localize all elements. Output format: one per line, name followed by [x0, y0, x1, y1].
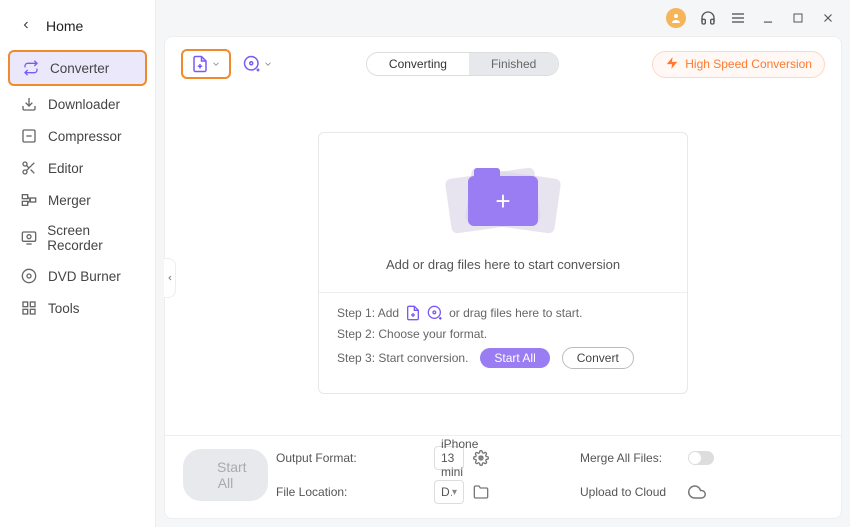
- close-icon[interactable]: [820, 10, 836, 26]
- tab-finished[interactable]: Finished: [469, 53, 558, 75]
- open-folder-icon[interactable]: [472, 483, 490, 501]
- sidebar-item-merger[interactable]: Merger: [0, 184, 155, 216]
- file-location-label: File Location:: [276, 485, 426, 499]
- upload-cloud-label: Upload to Cloud: [580, 485, 680, 499]
- chevron-down-icon: [211, 59, 221, 69]
- sidebar-item-label: Editor: [48, 161, 83, 176]
- file-plus-icon[interactable]: [405, 305, 421, 321]
- main-area: Converting Finished High Speed Conversio…: [156, 0, 850, 527]
- drop-illustration-area[interactable]: + Add or drag files here to start conver…: [319, 133, 687, 293]
- drop-area[interactable]: + Add or drag files here to start conver…: [165, 91, 841, 435]
- output-format-select[interactable]: iPhone 13 mini ▾: [434, 446, 464, 470]
- file-plus-icon: [191, 55, 209, 73]
- folder-illustration: +: [443, 161, 563, 241]
- home-button[interactable]: Home: [0, 10, 155, 42]
- menu-icon[interactable]: [730, 10, 746, 26]
- output-format-label: Output Format:: [276, 451, 426, 465]
- chevron-left-icon: [20, 18, 36, 34]
- drop-headline: Add or drag files here to start conversi…: [386, 257, 620, 272]
- sidebar-item-label: Tools: [48, 301, 80, 316]
- step3-text: Step 3: Start conversion.: [337, 351, 468, 365]
- sidebar-item-dvd-burner[interactable]: DVD Burner: [0, 260, 155, 292]
- disc-icon: [20, 267, 38, 285]
- start-all-button[interactable]: Start All: [183, 449, 268, 501]
- start-all-mini-button[interactable]: Start All: [480, 348, 549, 368]
- bottom-bar: Output Format: iPhone 13 mini ▾ Merge Al…: [165, 435, 841, 518]
- sidebar-item-label: Compressor: [48, 129, 122, 144]
- cloud-icon[interactable]: [688, 483, 706, 501]
- support-icon[interactable]: [700, 10, 716, 26]
- file-location-value: D:\Wondershare UniConverter 1: [441, 485, 452, 499]
- sidebar-item-editor[interactable]: Editor: [0, 152, 155, 184]
- sidebar-item-converter[interactable]: Converter: [8, 50, 147, 86]
- step-1: Step 1: Add or drag files here to start.: [337, 305, 669, 321]
- bolt-icon: [665, 56, 679, 73]
- step1-b: or drag files here to start.: [449, 306, 582, 320]
- tab-segment: Converting Finished: [366, 52, 559, 76]
- sidebar-item-screen-recorder[interactable]: Screen Recorder: [0, 216, 155, 260]
- chevron-down-icon: [263, 59, 273, 69]
- compressor-icon: [20, 127, 38, 145]
- step1-a: Step 1: Add: [337, 306, 399, 320]
- home-label: Home: [46, 18, 83, 34]
- merge-label: Merge All Files:: [580, 451, 680, 465]
- add-dvd-button[interactable]: [243, 55, 273, 73]
- sidebar-item-downloader[interactable]: Downloader: [0, 88, 155, 120]
- scissors-icon: [20, 159, 38, 177]
- sidebar-item-compressor[interactable]: Compressor: [0, 120, 155, 152]
- download-icon: [20, 95, 38, 113]
- step-3: Step 3: Start conversion. Start All Conv…: [337, 347, 669, 369]
- sidebar-item-label: Converter: [50, 61, 109, 76]
- converter-icon: [22, 59, 40, 77]
- collapse-sidebar-handle[interactable]: [164, 258, 176, 298]
- plus-icon: +: [495, 186, 510, 217]
- content-panel: Converting Finished High Speed Conversio…: [164, 36, 842, 519]
- add-files-button[interactable]: [181, 49, 231, 79]
- steps-panel: Step 1: Add or drag files here to start.…: [319, 293, 687, 393]
- high-speed-conversion-button[interactable]: High Speed Conversion: [652, 51, 825, 78]
- chevron-down-icon: ▾: [452, 487, 457, 498]
- merge-toggle[interactable]: [688, 451, 714, 465]
- step-2: Step 2: Choose your format.: [337, 327, 669, 341]
- titlebar: [156, 0, 850, 36]
- sidebar-item-tools[interactable]: Tools: [0, 292, 155, 324]
- screen-recorder-icon: [20, 229, 37, 247]
- disc-plus-icon: [243, 55, 261, 73]
- avatar[interactable]: [666, 8, 686, 28]
- disc-plus-icon[interactable]: [427, 305, 443, 321]
- sidebar-item-label: Merger: [48, 193, 91, 208]
- step2-text: Step 2: Choose your format.: [337, 327, 487, 341]
- nav-list: Converter Downloader Compressor Editor M…: [0, 48, 155, 324]
- folder-icon: +: [468, 176, 538, 226]
- tab-converting[interactable]: Converting: [367, 53, 469, 75]
- toolbar: Converting Finished High Speed Conversio…: [165, 37, 841, 91]
- file-location-select[interactable]: D:\Wondershare UniConverter 1 ▾: [434, 480, 464, 504]
- output-settings-icon[interactable]: [472, 449, 490, 467]
- sidebar-item-label: Screen Recorder: [47, 223, 145, 253]
- grid-icon: [20, 299, 38, 317]
- minimize-icon[interactable]: [760, 10, 776, 26]
- hsc-label: High Speed Conversion: [685, 57, 812, 71]
- sidebar-item-label: DVD Burner: [48, 269, 121, 284]
- sidebar: Home Converter Downloader Compressor Edi…: [0, 0, 156, 527]
- sidebar-item-label: Downloader: [48, 97, 120, 112]
- drop-card: + Add or drag files here to start conver…: [318, 132, 688, 394]
- maximize-icon[interactable]: [790, 10, 806, 26]
- convert-mini-button[interactable]: Convert: [562, 347, 634, 369]
- merger-icon: [20, 191, 38, 209]
